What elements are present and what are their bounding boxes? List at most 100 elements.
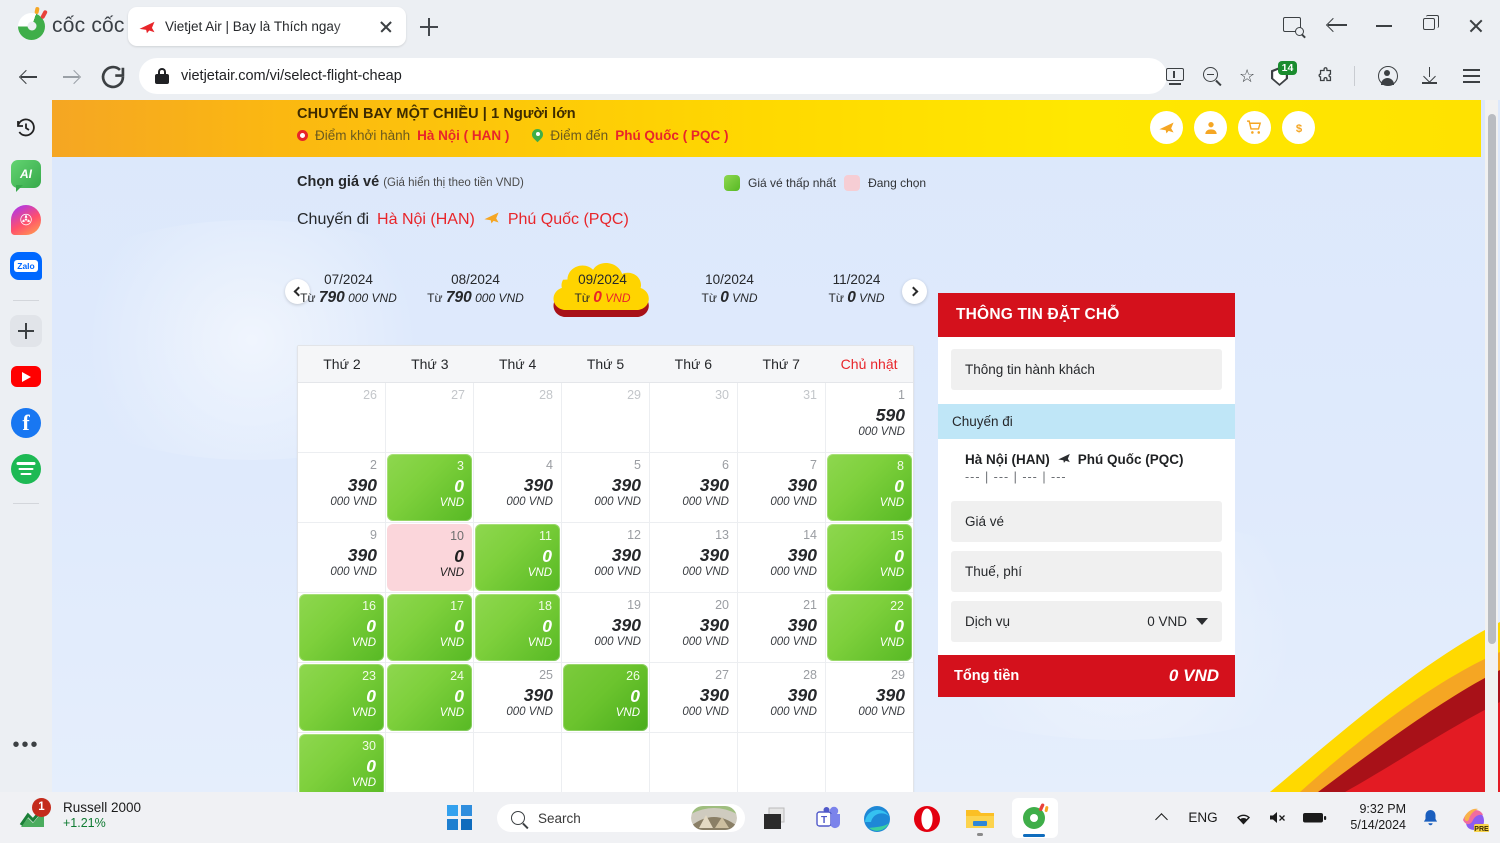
plus-icon[interactable] bbox=[416, 14, 442, 40]
month-option-2-selected[interactable]: 09/2024 Từ 0 VND bbox=[539, 272, 666, 307]
screen-capture-icon[interactable] bbox=[1270, 0, 1316, 52]
calendar-day-cell[interactable]: 29390000 VND bbox=[826, 663, 913, 733]
zoom-out-icon[interactable] bbox=[1196, 60, 1228, 92]
chevron-up-icon[interactable] bbox=[1142, 792, 1180, 843]
calendar-day-cell[interactable]: 12390000 VND bbox=[562, 523, 650, 593]
close-icon[interactable] bbox=[376, 17, 396, 37]
messenger-icon[interactable] bbox=[10, 204, 42, 236]
calendar-day-cell[interactable]: 14390000 VND bbox=[738, 523, 826, 593]
taskbar-stock-widget[interactable]: 1 Russell 2000 +1.21% bbox=[18, 800, 141, 831]
shield-icon[interactable]: 14 bbox=[1266, 60, 1298, 92]
calendar-day-cell[interactable]: 4390000 VND bbox=[474, 453, 562, 523]
calendar-day-cell[interactable]: 27390000 VND bbox=[650, 663, 738, 733]
back-arrow-icon[interactable] bbox=[12, 60, 46, 94]
close-icon[interactable] bbox=[1454, 0, 1500, 52]
calendar-weekday-header: Thứ 2 Thứ 3 Thứ 4 Thứ 5 Thứ 6 Thứ 7 Chủ … bbox=[298, 346, 913, 383]
star-icon[interactable]: ☆ bbox=[1232, 60, 1264, 92]
calendar-day-cell[interactable]: 2390000 VND bbox=[298, 453, 386, 523]
taskbar-search[interactable]: Search bbox=[497, 804, 745, 832]
calendar-day-cell[interactable]: 30VND bbox=[386, 453, 474, 523]
destination-value[interactable]: Phú Quốc ( PQC ) bbox=[615, 128, 728, 143]
calendar-day-cell[interactable]: 110VND bbox=[474, 523, 562, 593]
cart-icon[interactable] bbox=[1238, 111, 1271, 144]
month-option-4[interactable]: 11/2024 Từ 0 VND bbox=[793, 272, 920, 307]
calendar-cell-fill: 100VND bbox=[387, 524, 472, 591]
reload-icon[interactable] bbox=[96, 60, 130, 94]
calendar-day-cell[interactable]: 20390000 VND bbox=[650, 593, 738, 663]
task-view-icon[interactable] bbox=[755, 802, 799, 836]
chevron-down-icon[interactable] bbox=[1196, 618, 1208, 625]
calendar-day-cell[interactable]: 240VND bbox=[386, 663, 474, 733]
passenger-info-row[interactable]: Thông tin hành khách bbox=[951, 349, 1222, 390]
calendar-day-cell[interactable]: 9390000 VND bbox=[298, 523, 386, 593]
minimize-icon[interactable] bbox=[1362, 0, 1408, 52]
calendar-day-cell[interactable]: 25390000 VND bbox=[474, 663, 562, 733]
calendar-day-cell[interactable]: 80VND bbox=[826, 453, 913, 523]
taskbar-clock[interactable]: 9:32 PM 5/14/2024 bbox=[1334, 792, 1412, 843]
fare-row[interactable]: Giá vé bbox=[951, 501, 1222, 542]
origin-value[interactable]: Hà Nội ( HAN ) bbox=[417, 128, 509, 143]
address-bar[interactable]: vietjetair.com/vi/select-flight-cheap bbox=[139, 58, 1167, 94]
calendar-day-cell[interactable]: 230VND bbox=[298, 663, 386, 733]
currency-icon[interactable]: $ bbox=[1282, 111, 1315, 144]
calendar-day-cell[interactable]: 180VND bbox=[474, 593, 562, 663]
month-option-3[interactable]: 10/2024 Từ 0 VND bbox=[666, 272, 793, 307]
calendar-day-cell[interactable]: 28390000 VND bbox=[738, 663, 826, 733]
user-icon[interactable] bbox=[1194, 111, 1227, 144]
restore-icon[interactable] bbox=[1408, 0, 1454, 52]
battery-icon[interactable] bbox=[1294, 792, 1334, 843]
scrollbar-thumb[interactable] bbox=[1488, 114, 1496, 644]
copilot-icon[interactable]: PRE bbox=[1448, 792, 1500, 843]
forward-arrow-icon[interactable] bbox=[54, 60, 88, 94]
profile-icon[interactable] bbox=[1372, 60, 1404, 92]
calendar-day-cell[interactable]: 100VND bbox=[386, 523, 474, 593]
calendar-day-cell[interactable]: 6390000 VND bbox=[650, 453, 738, 523]
calendar-day-price: 390 bbox=[650, 685, 729, 706]
install-app-icon[interactable] bbox=[1160, 60, 1192, 92]
calendar-day-cell[interactable]: 13390000 VND bbox=[650, 523, 738, 593]
airplane-icon[interactable] bbox=[1150, 111, 1183, 144]
add-app-icon[interactable] bbox=[10, 315, 42, 347]
browser-tab[interactable]: Vietjet Air | Bay là Thích ngay bbox=[128, 7, 406, 46]
coccoc-icon[interactable] bbox=[1012, 798, 1058, 838]
service-row[interactable]: Dịch vụ 0 VND bbox=[951, 601, 1222, 642]
calendar-day-cell[interactable]: 170VND bbox=[386, 593, 474, 663]
calendar-day-cell[interactable]: 220VND bbox=[826, 593, 913, 663]
history-icon[interactable] bbox=[10, 112, 42, 144]
youtube-icon[interactable] bbox=[10, 361, 42, 393]
volume-muted-icon[interactable] bbox=[1260, 792, 1294, 843]
calendar-day-cell[interactable]: 5390000 VND bbox=[562, 453, 650, 523]
edge-icon[interactable] bbox=[855, 802, 899, 836]
zalo-icon[interactable]: Zalo bbox=[10, 250, 42, 282]
start-icon[interactable] bbox=[447, 805, 472, 830]
calendar-day-cell[interactable]: 19390000 VND bbox=[562, 593, 650, 663]
notification-icon[interactable] bbox=[1412, 792, 1448, 843]
month-option-0[interactable]: 07/2024 Từ 790 000 VND bbox=[285, 272, 412, 307]
wifi-icon[interactable] bbox=[1226, 792, 1260, 843]
calendar-day-cell[interactable]: 1590000 VND bbox=[826, 383, 913, 453]
calendar-day-cell[interactable]: 260VND bbox=[562, 663, 650, 733]
calendar-day-cell[interactable]: 21390000 VND bbox=[738, 593, 826, 663]
facebook-icon[interactable]: f bbox=[10, 407, 42, 439]
file-explorer-icon[interactable] bbox=[958, 802, 1002, 836]
calendar-day-cell[interactable]: 160VND bbox=[298, 593, 386, 663]
download-icon[interactable] bbox=[1414, 60, 1446, 92]
puzzle-icon[interactable] bbox=[1310, 60, 1342, 92]
ai-chat-icon[interactable]: AI bbox=[10, 158, 42, 190]
calendar-day-cell[interactable]: 150VND bbox=[826, 523, 913, 593]
calendar-day-cell[interactable]: 7390000 VND bbox=[738, 453, 826, 523]
booking-route: Hà Nội (HAN) Phú Quốc (PQC) --- | --- | … bbox=[951, 439, 1222, 492]
calendar-day-cell[interactable]: 300VND bbox=[298, 733, 386, 792]
page-scrollbar[interactable] bbox=[1485, 100, 1498, 792]
language-indicator[interactable]: ENG bbox=[1180, 792, 1226, 843]
more-options-icon[interactable]: ••• bbox=[12, 740, 39, 750]
spotify-icon[interactable] bbox=[10, 453, 42, 485]
tax-row[interactable]: Thuế, phí bbox=[951, 551, 1222, 592]
month-price-prefix: Từ bbox=[300, 291, 315, 305]
teams-icon[interactable]: T bbox=[805, 802, 849, 836]
back-session-icon[interactable] bbox=[1316, 0, 1362, 52]
month-option-1[interactable]: 08/2024 Từ 790 000 VND bbox=[412, 272, 539, 307]
opera-icon[interactable] bbox=[905, 802, 949, 836]
hamburger-menu-icon[interactable] bbox=[1456, 60, 1488, 92]
origin-label: Điểm khởi hành bbox=[315, 128, 410, 143]
